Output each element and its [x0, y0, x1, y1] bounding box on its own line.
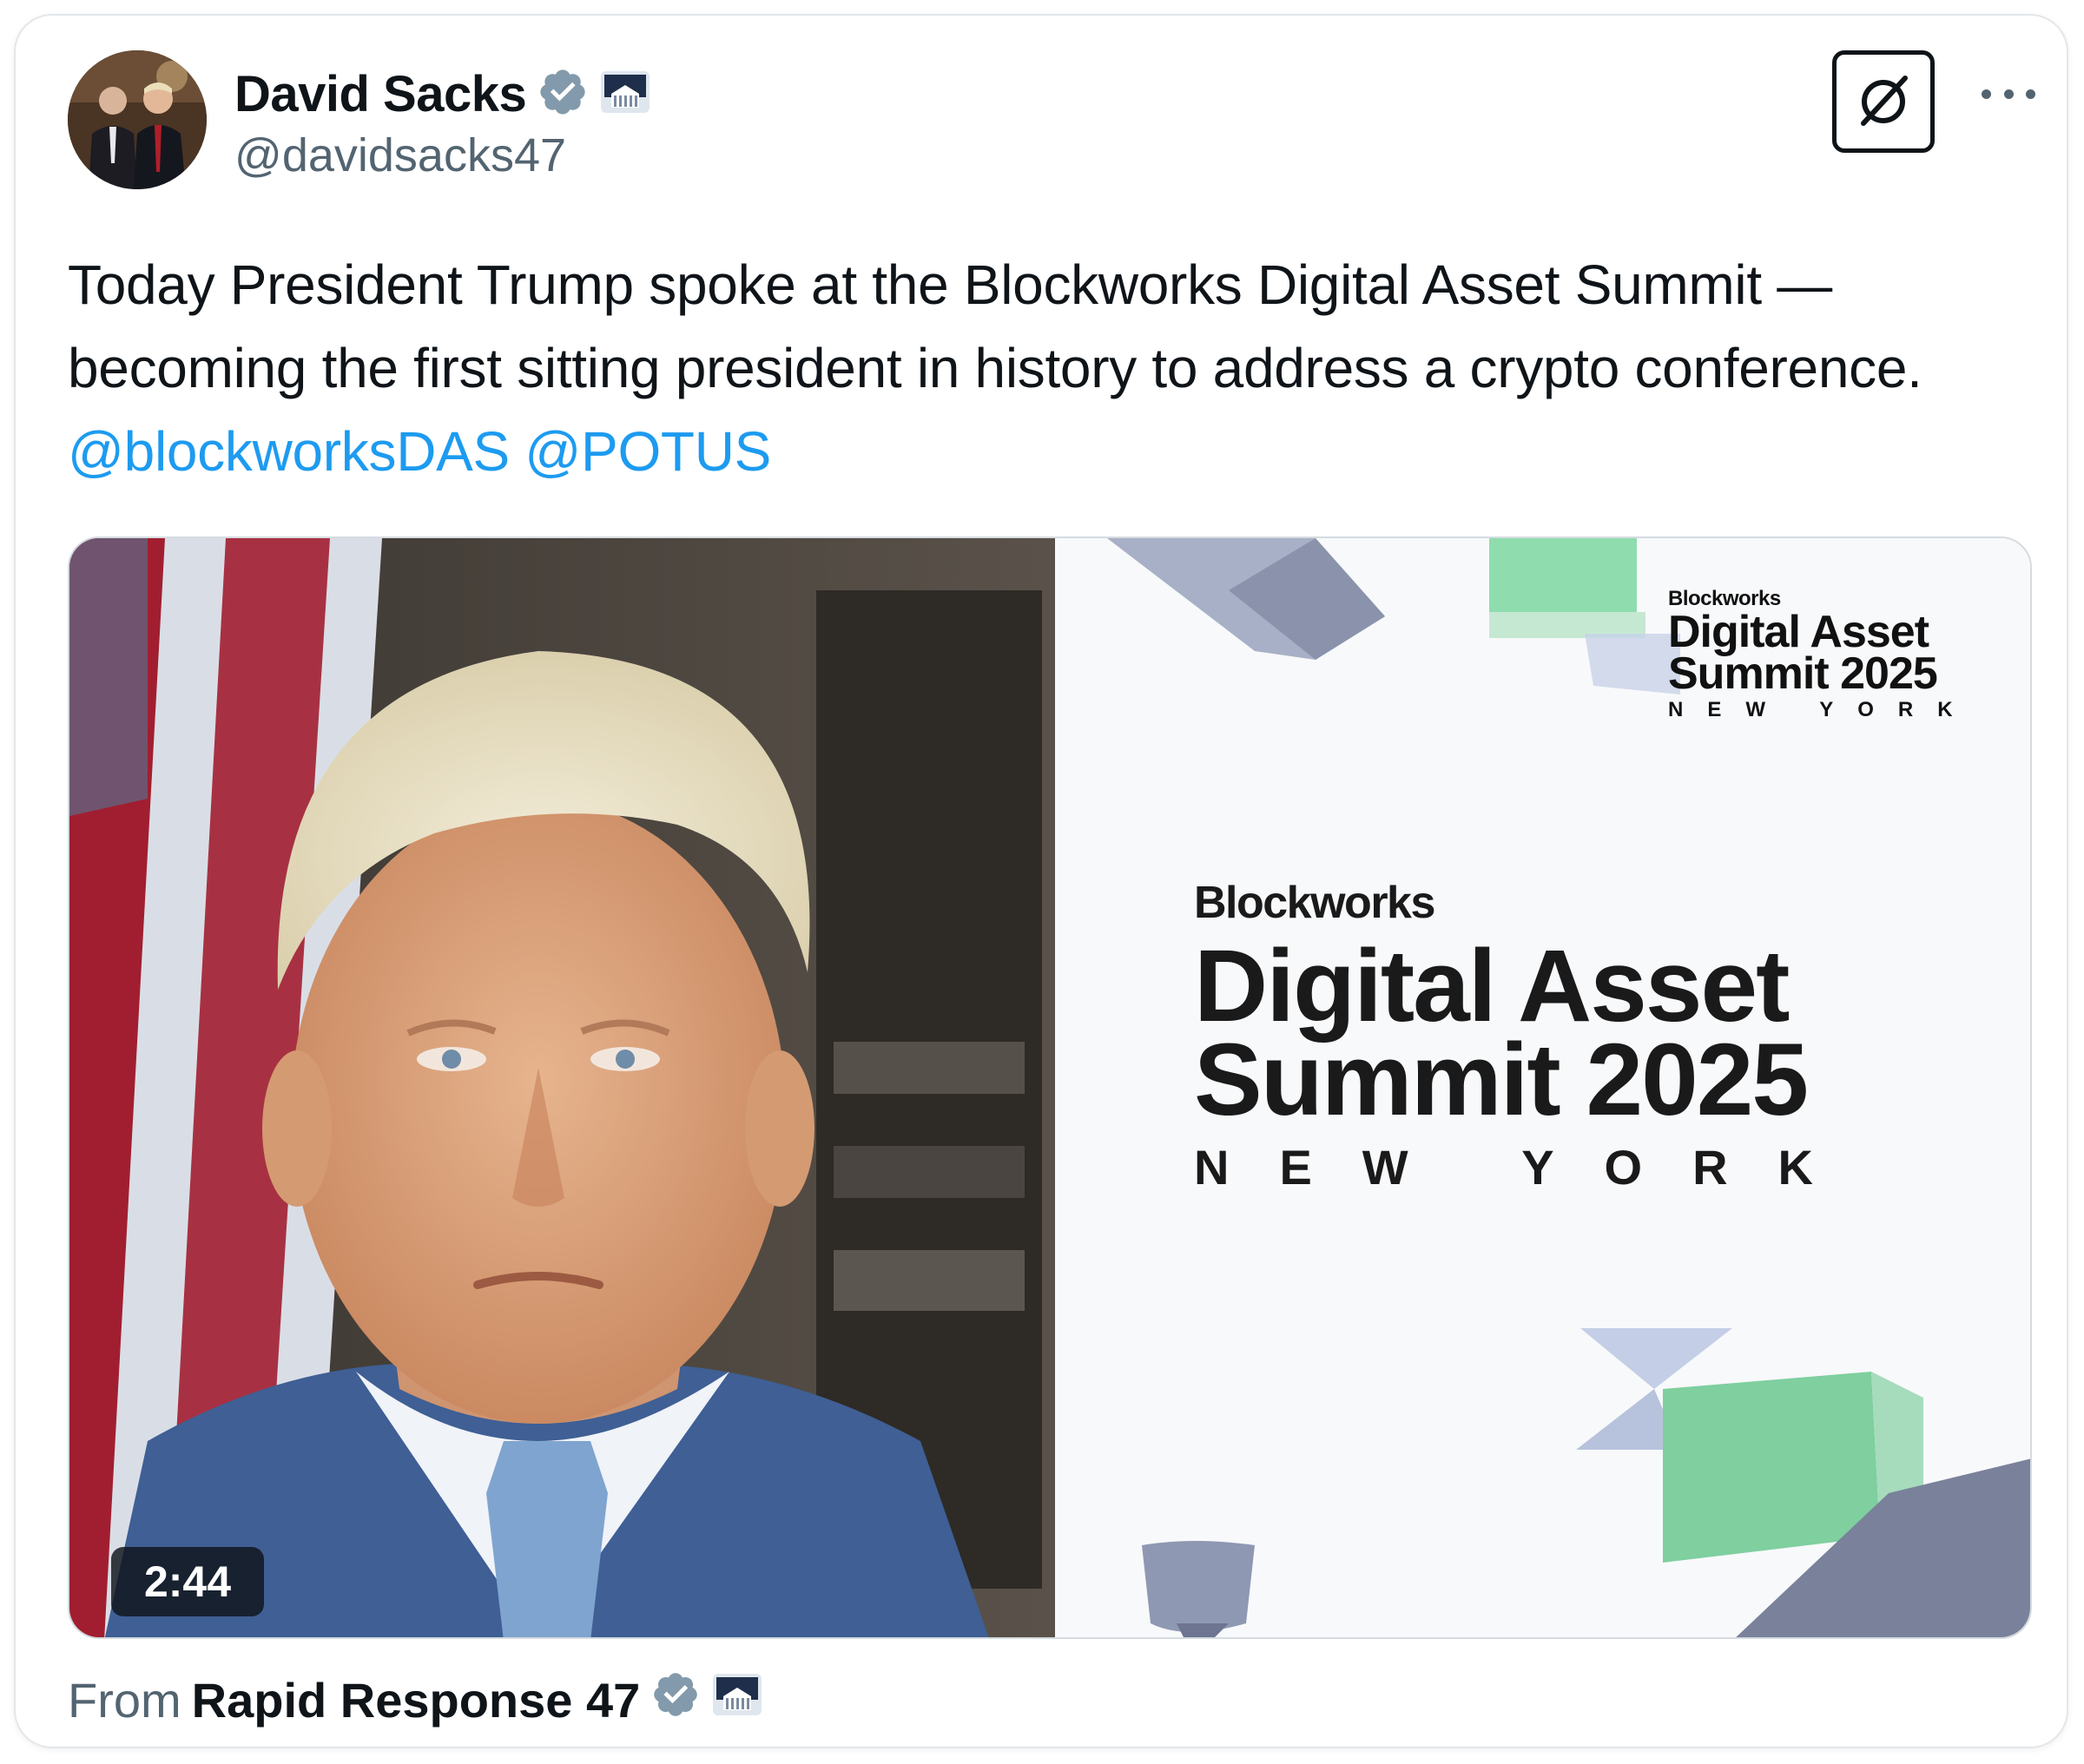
summit-logo-large: Blockworks Digital Asset Summit 2025 NEW… [1194, 877, 1863, 1195]
video-duration-badge: 2:44 [111, 1547, 264, 1616]
tweet-text: Today President Trump spoke at the Block… [68, 243, 2048, 493]
logo-city: NEW YORK [1194, 1140, 1863, 1195]
white-house-icon [711, 1669, 763, 1732]
logo-small-year: 2025 [1840, 648, 1938, 699]
logo-line2: Summit [1194, 1023, 1561, 1137]
video-thumbnail-portrait [69, 538, 1055, 1637]
mention-blockworksdas[interactable]: @blockworksDAS [68, 420, 510, 483]
summit-logo-small: Blockworks Digital Asset Summit 2025 NEW… [1668, 587, 1977, 722]
white-house-icon [599, 66, 651, 122]
from-label: From [68, 1672, 181, 1728]
more-options-icon [1982, 89, 1991, 99]
grok-icon [1861, 76, 1908, 126]
source-account-name[interactable]: Rapid Response 47 [192, 1672, 641, 1728]
tweet-card[interactable]: David Sacks @davidsacks47 Today Presiden… [14, 14, 2068, 1748]
logo-brand: Blockworks [1194, 878, 1435, 928]
logo-year: 2025 [1586, 1023, 1810, 1137]
avatar-photo [68, 50, 207, 189]
video-source-row: From Rapid Response 47 [68, 1665, 763, 1734]
video-player[interactable]: Blockworks Digital Asset Summit 2025 NEW… [68, 536, 2032, 1639]
logo-small-line1: Digital Asset [1668, 607, 1929, 657]
more-options-dot [2026, 89, 2035, 99]
logo-line1: Digital Asset [1194, 929, 1790, 1043]
tweet-body: Today President Trump spoke at the Block… [68, 253, 1922, 399]
verified-badge-icon[interactable] [650, 1669, 701, 1731]
grok-button[interactable] [1832, 50, 1935, 153]
author-avatar[interactable] [68, 50, 207, 189]
author-name-row: David Sacks [234, 59, 651, 128]
more-options-button[interactable] [1969, 68, 2048, 120]
verified-badge-icon[interactable] [537, 66, 589, 122]
video-thumbnail-summit-card: Blockworks Digital Asset Summit 2025 NEW… [1055, 538, 2030, 1637]
author-handle[interactable]: @davidsacks47 [234, 128, 566, 182]
logo-small-city: NEW YORK [1668, 698, 1977, 721]
logo-small-line2: Summit [1668, 648, 1830, 699]
author-name[interactable]: David Sacks [234, 65, 527, 123]
mention-potus[interactable]: @POTUS [524, 420, 771, 483]
more-options-dot [2003, 89, 2014, 99]
